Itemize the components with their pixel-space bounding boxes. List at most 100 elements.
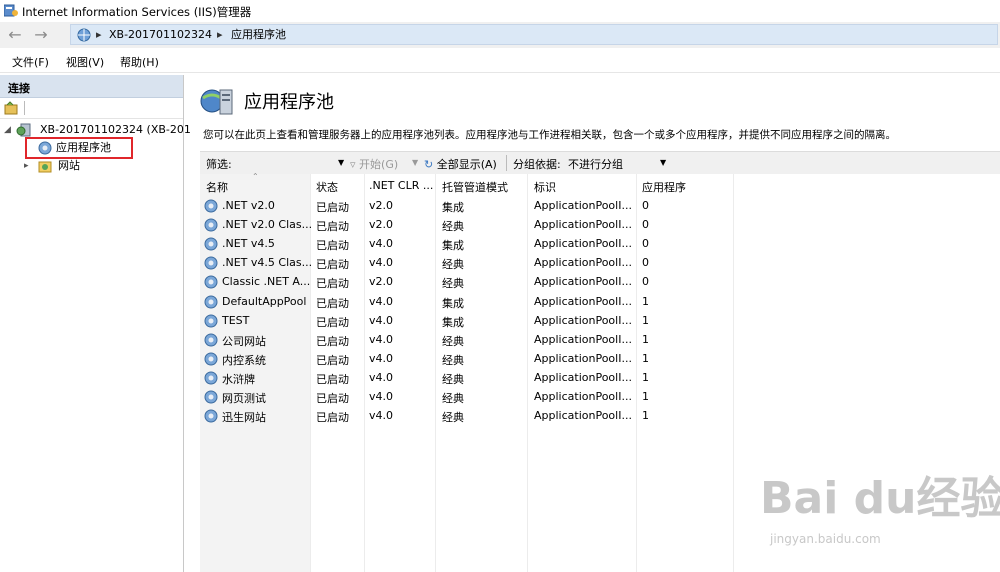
cell-pipeline: 经典 (442, 372, 464, 386)
cell-name: .NET v4.5 Clas... (222, 256, 313, 270)
server-icon (16, 123, 31, 137)
selection-highlight (25, 137, 133, 159)
column-header-status[interactable]: 状态 (316, 179, 338, 195)
sort-ascending-icon: ⌃ (252, 172, 259, 181)
show-all-label: 全部显示(A) (436, 158, 497, 171)
address-field[interactable]: ▸ XB-201701102324 ▸ 应用程序池 (70, 24, 998, 45)
start-filter-button[interactable]: ▿ 开始(G) (350, 156, 398, 172)
filter-input[interactable] (235, 154, 345, 171)
expand-arrow-icon[interactable]: ▸ (24, 157, 29, 175)
cell-clr: v4.0 (369, 332, 394, 346)
app-pool-icon (204, 352, 218, 366)
cell-name: .NET v4.5 (222, 237, 275, 251)
crumb-arrow-icon: ▸ (96, 28, 102, 41)
cell-pipeline: 集成 (442, 239, 464, 253)
cell-applications: 1 (642, 332, 649, 346)
cell-applications: 0 (642, 237, 649, 251)
table-row[interactable]: TEST 已启动 v4.0 集成 ApplicationPoolI... 1 (200, 312, 1000, 331)
address-bar: ← → ▸ XB-201701102324 ▸ 应用程序池 (0, 22, 1000, 48)
cell-identity: ApplicationPoolI... (534, 332, 632, 346)
table-row[interactable]: 迅生网站 已启动 v4.0 经典 ApplicationPoolI... 1 (200, 407, 1000, 426)
app-pool-icon (204, 275, 218, 289)
cell-pipeline: 经典 (442, 392, 464, 405)
app-pool-icon (204, 314, 218, 328)
cell-status: 已启动 (316, 411, 349, 425)
cell-status: 已启动 (316, 315, 349, 329)
cell-pipeline: 经典 (442, 258, 464, 272)
cell-identity: ApplicationPoolI... (534, 218, 632, 232)
show-all-button[interactable]: ↻ 全部显示(A) (424, 156, 497, 172)
connections-header: 连接 (0, 75, 183, 98)
cell-status: 已启动 (316, 201, 349, 214)
sites-folder-icon (38, 161, 52, 173)
forward-arrow-icon[interactable]: → (30, 25, 52, 45)
table-row[interactable]: 公司网站 已启动 v4.0 经典 ApplicationPoolI... 1 (200, 331, 1000, 350)
column-header-clr[interactable]: .NET CLR ... (369, 179, 433, 192)
connections-title: 连接 (8, 82, 30, 95)
cell-identity: ApplicationPoolI... (534, 313, 632, 327)
table-row[interactable]: 网页测试 已启动 v4.0 经典 ApplicationPoolI... 1 (200, 388, 1000, 407)
cell-name: .NET v2.0 Clas... (222, 218, 313, 232)
cell-clr: v4.0 (369, 390, 394, 403)
filter-label: 筛选: (206, 158, 232, 171)
table-row[interactable]: DefaultAppPool 已启动 v4.0 集成 ApplicationPoolI.… (200, 293, 1000, 312)
menu-view[interactable]: 视图(V) (66, 54, 104, 70)
connect-icon[interactable] (4, 101, 18, 115)
cell-identity: ApplicationPoolI... (534, 256, 632, 270)
cell-identity: ApplicationPoolI... (534, 390, 632, 403)
cell-clr: v4.0 (369, 370, 394, 384)
cell-pipeline: 经典 (442, 220, 464, 234)
app-pool-icon (204, 237, 218, 251)
cell-clr: v2.0 (369, 275, 394, 289)
app-pool-icon (204, 333, 218, 347)
cell-applications: 0 (642, 218, 649, 232)
table-row[interactable]: .NET v2.0 Clas... 已启动 v2.0 经典 ApplicationPoo… (200, 216, 1000, 235)
table-row[interactable]: .NET v4.5 已启动 v4.0 集成 ApplicationPoolI... 0 (200, 235, 1000, 254)
cell-pipeline: 经典 (442, 353, 464, 367)
column-header-name[interactable]: 名称 (206, 179, 228, 195)
cell-applications: 1 (642, 294, 649, 308)
window-title: Internet Information Services (IIS)管理器 (22, 5, 252, 19)
table-row[interactable]: .NET v4.5 Clas... 已启动 v4.0 经典 ApplicationPoo… (200, 254, 1000, 273)
cell-pipeline: 经典 (442, 411, 464, 425)
refresh-icon: ↻ (424, 158, 434, 171)
funnel-icon: ▿ (350, 158, 356, 171)
table-row[interactable]: 水浒牌 已启动 v4.0 经典 ApplicationPoolI... 1 (200, 369, 1000, 388)
crumb-app-pools[interactable]: 应用程序池 (231, 27, 286, 42)
column-header-pipeline[interactable]: 托管管道模式 (442, 179, 508, 195)
table-row[interactable]: 内控系统 已启动 v4.0 经典 ApplicationPoolI... 1 (200, 350, 1000, 369)
cell-name: 网页测试 (222, 392, 266, 405)
cell-pipeline: 经典 (442, 277, 464, 291)
app-pool-icon (204, 390, 218, 404)
cell-clr: v2.0 (369, 218, 394, 232)
column-header-applications[interactable]: 应用程序 (642, 179, 686, 195)
group-by-select[interactable]: 不进行分组 (568, 156, 623, 172)
start-dropdown-icon[interactable]: ▼ (412, 158, 418, 167)
cell-name: 内控系统 (222, 353, 266, 367)
cell-name: 公司网站 (222, 334, 266, 348)
filter-divider (506, 155, 507, 171)
cell-clr: v4.0 (369, 256, 394, 270)
cell-status: 已启动 (316, 372, 349, 386)
cell-status: 已启动 (316, 392, 349, 405)
app-pools-header-icon (200, 89, 233, 115)
cell-name: .NET v2.0 (222, 199, 275, 212)
table-row[interactable]: Classic .NET A... 已启动 v2.0 经典 ApplicationPoo… (200, 273, 1000, 292)
page-title: 应用程序池 (244, 92, 334, 113)
crumb-server[interactable]: XB-201701102324 (109, 27, 212, 42)
crumb-arrow-icon: ▸ (217, 28, 223, 41)
cell-clr: v4.0 (369, 294, 394, 308)
cell-applications: 1 (642, 409, 649, 423)
cell-identity: ApplicationPoolI... (534, 199, 632, 212)
cell-pipeline: 经典 (442, 334, 464, 348)
column-header-identity[interactable]: 标识 (534, 179, 556, 195)
table-row[interactable]: .NET v2.0 已启动 v2.0 集成 ApplicationPoolI... 0 (200, 197, 1000, 216)
menu-help[interactable]: 帮助(H) (120, 54, 159, 70)
menu-file[interactable]: 文件(F) (12, 54, 49, 70)
back-arrow-icon[interactable]: ← (4, 25, 26, 45)
app-pool-icon (204, 199, 218, 213)
filter-dropdown-icon[interactable]: ▼ (338, 158, 344, 167)
group-by-dropdown-icon[interactable]: ▼ (660, 158, 666, 167)
collapse-arrow-icon[interactable]: ◢ (4, 121, 11, 139)
group-by-label: 分组依据: (513, 158, 561, 171)
